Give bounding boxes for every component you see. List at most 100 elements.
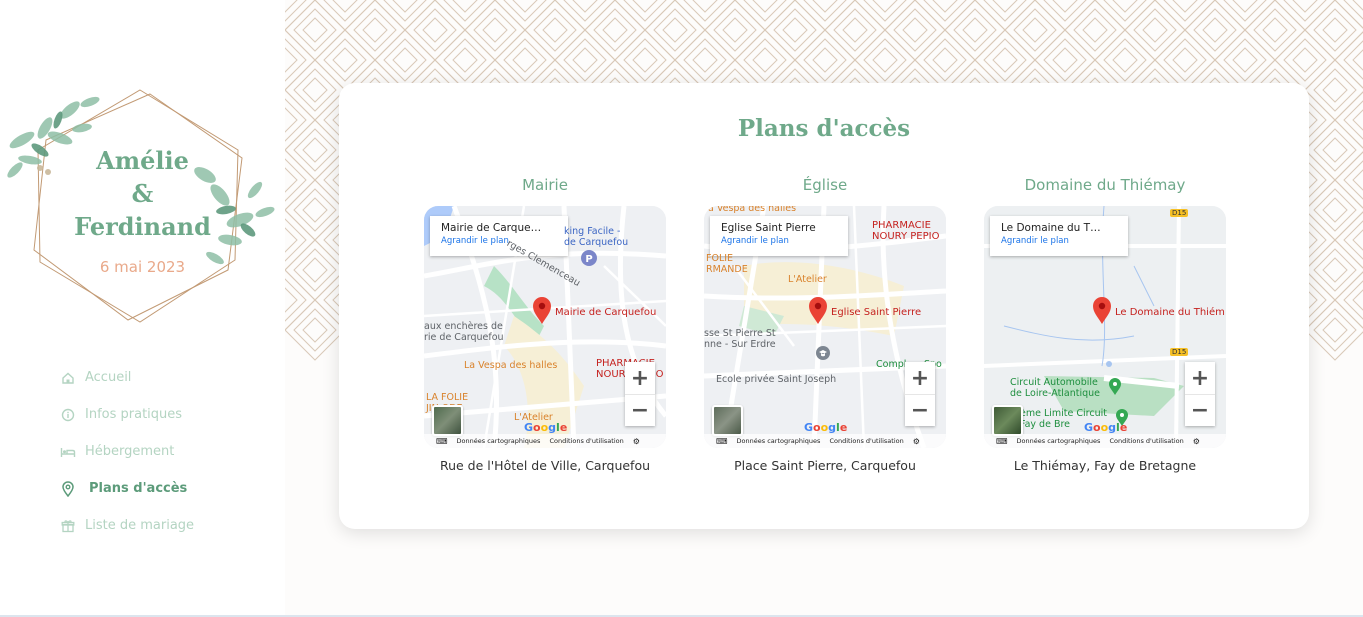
satellite-toggle[interactable] <box>432 405 463 436</box>
map-domaine[interactable]: Le Domaine du T… Agrandir le plan D15 D1… <box>984 206 1226 448</box>
pattern-diamond <box>1232 47 1258 73</box>
keyboard-icon[interactable]: ⌨ <box>716 437 728 446</box>
pattern-diamond <box>1352 229 1363 251</box>
pattern-diamond <box>932 47 958 73</box>
pattern-diamond <box>362 17 388 43</box>
school-icon <box>816 346 830 360</box>
pattern-diamond <box>1154 0 1216 31</box>
pattern-diamond <box>992 47 1018 73</box>
pattern-diamond <box>1283 0 1327 22</box>
pattern-diamond <box>872 47 898 73</box>
pattern-diamond <box>1322 197 1348 223</box>
nav-item-plans-d-acces[interactable]: Plans d'accès <box>60 470 194 507</box>
enlarge-map-link[interactable]: Agrandir le plan <box>721 236 848 246</box>
map-data-link[interactable]: Données cartographiques <box>1017 437 1101 445</box>
zoom-in-button[interactable]: + <box>625 362 655 394</box>
zoom-out-button[interactable]: − <box>1185 394 1215 426</box>
satellite-toggle[interactable] <box>992 405 1023 436</box>
pattern-diamond <box>722 17 748 43</box>
poi-pin-icon <box>1109 378 1121 395</box>
nav-item-hebergement[interactable]: Hébergement <box>60 433 194 470</box>
map-label: RMANDE <box>706 264 748 275</box>
pattern-diamond <box>1142 17 1168 43</box>
map-label: a Vespa des halles <box>708 206 797 214</box>
zoom-in-button[interactable]: + <box>1185 362 1215 394</box>
map-eglise[interactable]: Eglise Saint Pierre Agrandir le plan a V… <box>704 206 946 448</box>
map-terms-link[interactable]: Conditions d'utilisation <box>549 437 623 445</box>
pattern-diamond <box>1022 17 1048 43</box>
map-place-card: Eglise Saint Pierre Agrandir le plan <box>710 216 848 256</box>
pattern-diamond <box>1052 0 1078 13</box>
pattern-diamond <box>1262 17 1288 43</box>
pattern-diamond <box>302 137 328 163</box>
pattern-diamond <box>782 17 808 43</box>
map-terms-link[interactable]: Conditions d'utilisation <box>829 437 903 445</box>
nav-item-liste-de-mariage[interactable]: Liste de mariage <box>60 507 194 544</box>
map-data-link[interactable]: Données cartographiques <box>737 437 821 445</box>
pattern-diamond <box>1274 0 1336 31</box>
pattern-diamond <box>285 209 316 271</box>
map-label: nne - Sur Erdre <box>704 339 776 350</box>
pattern-diamond <box>803 0 847 22</box>
place-mairie: Mairie Mairie de Carque… Agrandir le pla… <box>424 173 666 473</box>
map-terms-link[interactable]: Conditions d'utilisation <box>1109 437 1183 445</box>
pattern-diamond <box>602 17 628 43</box>
enlarge-map-link[interactable]: Agrandir le plan <box>441 236 568 246</box>
pattern-diamond <box>1352 49 1363 71</box>
pattern-diamond <box>285 47 298 73</box>
map-label: La Vespa des halles <box>464 360 558 371</box>
pattern-diamond <box>314 0 376 31</box>
nav-item-accueil[interactable]: Accueil <box>60 359 194 396</box>
settings-icon[interactable]: ⚙ <box>913 437 920 446</box>
nav-item-infos-pratiques[interactable]: Infos pratiques <box>60 396 194 433</box>
zoom-in-button[interactable]: + <box>905 362 935 394</box>
place-eglise: Église Eglise Saint Pierre Agrandir le p… <box>704 173 946 473</box>
settings-icon[interactable]: ⚙ <box>1193 437 1200 446</box>
pattern-diamond <box>1334 211 1363 269</box>
pattern-diamond <box>285 287 298 313</box>
map-footer: ⌨ Données cartographiques Conditions d'u… <box>424 434 666 448</box>
pattern-diamond <box>1292 47 1318 73</box>
pattern-diamond <box>563 0 607 22</box>
map-label: king Facile - <box>564 226 621 237</box>
pattern-diamond <box>1172 47 1198 73</box>
zoom-out-button[interactable]: − <box>905 394 935 426</box>
pattern-diamond <box>332 47 358 73</box>
map-mairie[interactable]: Mairie de Carque… Agrandir le plan king … <box>424 206 666 448</box>
pattern-diamond <box>512 0 538 13</box>
zoom-out-button[interactable]: − <box>625 394 655 426</box>
pattern-diamond <box>974 0 1036 31</box>
map-place-card: Le Domaine du T… Agrandir le plan <box>990 216 1128 256</box>
pattern-diamond <box>1232 0 1258 13</box>
pattern-diamond <box>285 107 298 133</box>
parking-icon: P <box>581 250 597 266</box>
pattern-diamond <box>962 17 988 43</box>
settings-icon[interactable]: ⚙ <box>633 437 640 446</box>
keyboard-icon[interactable]: ⌨ <box>996 437 1008 446</box>
pattern-diamond <box>932 0 958 13</box>
satellite-toggle[interactable] <box>712 405 743 436</box>
google-logo: Google <box>804 421 848 434</box>
map-pin-icon <box>533 297 551 324</box>
wedding-logo[interactable]: Amélie & Ferdinand 6 mai 2023 <box>0 80 285 330</box>
map-data-link[interactable]: Données cartographiques <box>457 437 541 445</box>
gift-icon <box>60 518 76 534</box>
enlarge-map-link[interactable]: Agrandir le plan <box>1001 236 1128 246</box>
pattern-diamond <box>1352 289 1363 311</box>
keyboard-icon[interactable]: ⌨ <box>436 437 448 446</box>
pattern-diamond <box>863 0 907 22</box>
map-label: Circuit Automobile <box>1010 377 1098 388</box>
pattern-diamond <box>554 0 616 31</box>
pattern-diamond <box>1202 17 1228 43</box>
map-pin-label: Eglise Saint Pierre <box>831 307 922 318</box>
pattern-diamond <box>452 47 478 73</box>
pattern-diamond <box>1292 0 1318 13</box>
pattern-diamond <box>743 0 787 22</box>
pattern-diamond <box>683 0 727 22</box>
map-place-card: Mairie de Carque… Agrandir le plan <box>430 216 568 256</box>
pattern-diamond <box>383 0 427 22</box>
map-pin-icon <box>809 297 827 324</box>
pattern-diamond <box>374 0 436 31</box>
bed-icon <box>60 444 76 460</box>
sidebar-nav: Accueil Infos pratiques Hébergement Plan… <box>60 359 194 544</box>
